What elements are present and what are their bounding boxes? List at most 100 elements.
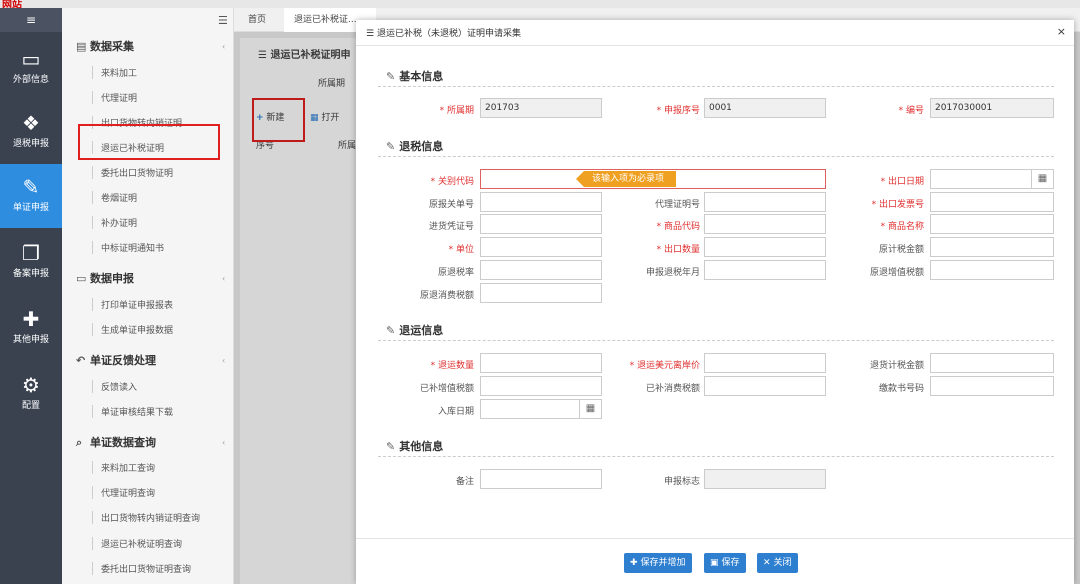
invoice-input[interactable]	[930, 192, 1054, 212]
save-icon: ▣	[710, 558, 719, 568]
storage-date-input[interactable]	[480, 399, 580, 419]
orig-tax-amount-label: 原计税金额	[878, 245, 924, 255]
menu-toggle-icon[interactable]: ≡	[0, 8, 62, 32]
orig-consumption-input[interactable]	[480, 283, 602, 303]
no-input[interactable]: 2017030001	[930, 98, 1054, 118]
sidebar-item[interactable]: 反馈读入	[92, 380, 137, 393]
nav-label: 配置	[21, 401, 40, 411]
voucher-input[interactable]	[480, 214, 602, 234]
remark-label: 备注	[455, 477, 474, 487]
tab-home[interactable]: 首页	[238, 8, 276, 32]
sidebar-item[interactable]: 来料加工查询	[92, 461, 155, 474]
export-date-input[interactable]	[930, 169, 1032, 189]
close-button[interactable]: ✕ 关闭	[757, 553, 798, 573]
orig-rate-input[interactable]	[480, 260, 602, 280]
nav-label: 退税申报	[12, 139, 49, 149]
sidebar-section-query[interactable]: ⌕ 单证数据查询	[76, 434, 156, 450]
decl-flag-label: 申报标志	[663, 477, 700, 487]
nav-config[interactable]: ⚙ 配置	[0, 362, 62, 426]
sidebar-item[interactable]: 委托出口货物证明	[92, 166, 173, 179]
sidebar-section-feedback[interactable]: ↶ 单证反馈处理	[76, 352, 156, 368]
voucher-label: 进货凭证号	[428, 222, 474, 232]
orig-tax-amount-input[interactable]	[930, 237, 1054, 257]
paid-vat-input[interactable]	[480, 376, 602, 396]
return-qty-input[interactable]	[480, 353, 602, 373]
return-usd-input[interactable]	[704, 353, 826, 373]
export-date-label: * 出口日期	[880, 177, 924, 187]
sidebar-collapse-icon[interactable]: ☰	[218, 14, 228, 27]
sidebar-item[interactable]: 卷烟证明	[92, 191, 137, 204]
sidebar-item[interactable]: 代理证明	[92, 91, 137, 104]
goods-code-input[interactable]	[704, 214, 826, 234]
orig-vat-label: 原退增值税额	[869, 268, 924, 278]
edit-icon: ✎	[386, 70, 396, 83]
return-tax-amount-label: 退货计税金额	[869, 361, 924, 371]
rebate-month-input[interactable]	[704, 260, 826, 280]
edit-icon: ✎	[22, 175, 40, 199]
modal-title: ☰ 退运已补税（未退税）证明申请采集	[366, 29, 521, 39]
sidebar-section-data-declare[interactable]: ▭ 数据申报	[76, 270, 134, 286]
monitor-icon: ▭	[76, 272, 87, 285]
group-other: ✎ 其他信息	[386, 440, 444, 453]
unit-label: * 单位	[448, 245, 474, 255]
calendar-icon[interactable]: ▦	[1032, 169, 1054, 189]
nav-filing-declare[interactable]: ❐ 备案申报	[0, 230, 62, 294]
period-input[interactable]: 201703	[480, 98, 602, 118]
orig-consumption-label: 原退消费税额	[419, 291, 474, 301]
nav-document-declare[interactable]: ✎ 单证申报	[0, 164, 62, 228]
group-return: ✎ 退运信息	[386, 324, 444, 337]
return-tax-amount-input[interactable]	[930, 353, 1054, 373]
agent-cert-label: 代理证明号	[654, 200, 700, 210]
orig-decl-input[interactable]	[480, 192, 602, 212]
chevron-icon: ‹	[222, 42, 226, 51]
export-qty-input[interactable]	[704, 237, 826, 257]
puzzle-icon: ✚	[22, 307, 40, 331]
payment-no-input[interactable]	[930, 376, 1054, 396]
orig-vat-input[interactable]	[930, 260, 1054, 280]
sidebar-section-data-collection[interactable]: ▤ 数据采集	[76, 38, 134, 54]
close-icon: ✕	[763, 558, 771, 568]
sidebar-item[interactable]: 中标证明通知书	[92, 241, 164, 254]
plus-icon: ✚	[630, 558, 638, 568]
document-icon: ▤	[76, 40, 87, 53]
remark-input[interactable]	[480, 469, 602, 489]
customs-code-label: * 关别代码	[430, 177, 474, 187]
sidebar-item[interactable]: 单证审核结果下载	[92, 405, 173, 418]
agent-cert-input[interactable]	[704, 192, 826, 212]
sidebar-item[interactable]: 补办证明	[92, 216, 137, 229]
calendar-icon[interactable]: ▦	[580, 399, 602, 419]
sidebar-item[interactable]: 委托出口货物证明查询	[92, 562, 191, 575]
sidebar-item[interactable]: 代理证明查询	[92, 486, 155, 499]
save-button[interactable]: ▣ 保存	[704, 553, 746, 573]
save-add-button[interactable]: ✚ 保存并增加	[624, 553, 692, 573]
paid-vat-label: 已补增值税额	[419, 384, 474, 394]
edit-icon: ✎	[386, 140, 396, 153]
group-tax: ✎ 退税信息	[386, 140, 444, 153]
storage-date-label: 入库日期	[437, 407, 474, 417]
sidebar-item[interactable]: 打印单证申报报表	[92, 298, 173, 311]
seq-label: * 申报序号	[656, 106, 700, 116]
modal-header: ☰ 退运已补税（未退税）证明申请采集 ×	[356, 20, 1074, 46]
edit-icon: ✎	[386, 324, 396, 337]
sidebar-item[interactable]: 来料加工	[92, 66, 137, 79]
nav-tax-rebate[interactable]: ❖ 退税申报	[0, 100, 62, 164]
drive-icon: ▭	[21, 47, 41, 71]
sidebar-item[interactable]: 生成单证申报数据	[92, 323, 173, 336]
nav-other-declare[interactable]: ✚ 其他申报	[0, 296, 62, 360]
return-qty-label: * 退运数量	[430, 361, 474, 371]
sidebar-item[interactable]: 出口货物转内销证明查询	[92, 511, 200, 524]
goods-name-label: * 商品名称	[880, 222, 924, 232]
sidebar-item[interactable]: 退运已补税证明查询	[92, 537, 182, 550]
paid-consumption-label: 已补消费税额	[645, 384, 700, 394]
nav-external-info[interactable]: ▭ 外部信息	[0, 36, 62, 100]
divider	[378, 340, 1054, 341]
nav-label: 其他申报	[12, 335, 49, 345]
close-icon[interactable]: ×	[1057, 25, 1066, 38]
goods-name-input[interactable]	[930, 214, 1054, 234]
nav-label: 外部信息	[12, 75, 49, 85]
paid-consumption-input[interactable]	[704, 376, 826, 396]
seq-input[interactable]: 0001	[704, 98, 826, 118]
chevron-icon: ‹	[222, 274, 226, 283]
unit-input[interactable]	[480, 237, 602, 257]
invoice-label: * 出口发票号	[871, 200, 924, 210]
